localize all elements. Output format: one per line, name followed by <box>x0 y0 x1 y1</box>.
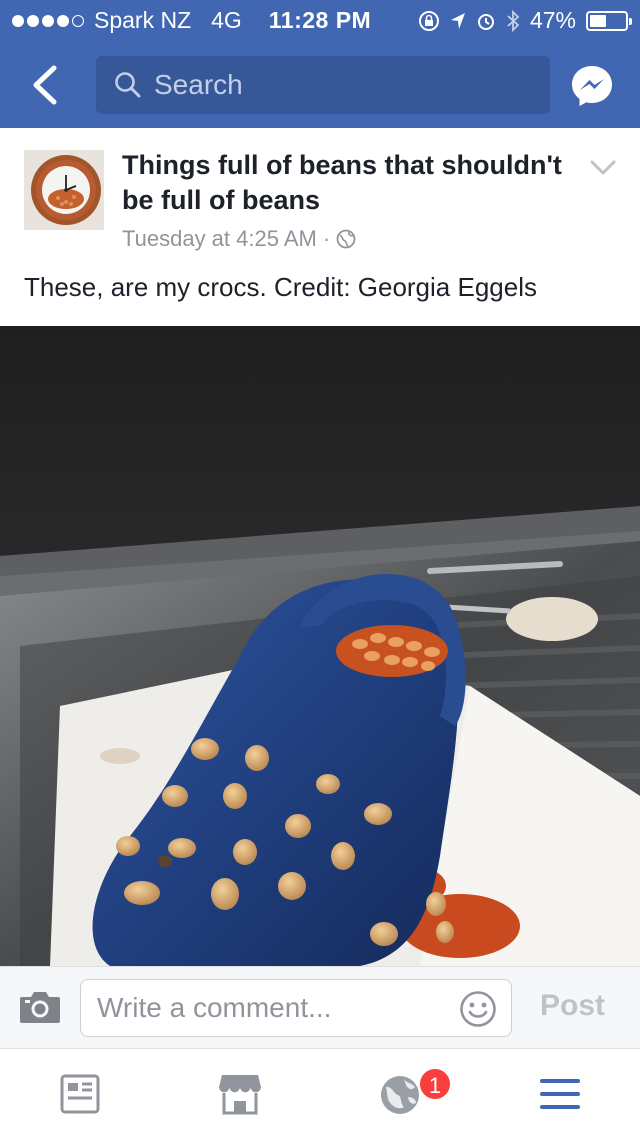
search-icon <box>115 72 141 98</box>
page-avatar[interactable] <box>24 150 104 230</box>
post-options-button[interactable] <box>588 158 618 178</box>
emoji-button[interactable] <box>459 990 497 1028</box>
status-right: 47% <box>418 7 632 34</box>
tab-notifications[interactable] <box>376 1071 424 1117</box>
chevron-down-icon <box>590 160 616 175</box>
camera-icon <box>20 992 60 1023</box>
post-comment-button[interactable]: Post <box>540 989 605 1023</box>
notification-badge: 1 <box>418 1067 452 1101</box>
news-feed-icon <box>60 1074 100 1114</box>
comment-bar: Write a comment... Post <box>0 966 640 1048</box>
smiley-icon <box>460 991 496 1027</box>
post-photo[interactable] <box>0 326 640 966</box>
search-input[interactable]: Search <box>96 56 550 114</box>
marketplace-icon <box>219 1075 261 1115</box>
croc-beans-photo <box>0 326 640 966</box>
rotation-lock-icon <box>418 10 439 31</box>
battery-percent: 47% <box>529 7 576 33</box>
comment-placeholder: Write a comment... <box>97 992 332 1023</box>
post-header: Things full of beans that shouldn't be f… <box>0 128 640 326</box>
clock-avatar-image <box>24 150 104 230</box>
page-name-link[interactable]: Things full of beans that shouldn't be f… <box>122 148 562 218</box>
tab-marketplace[interactable] <box>216 1071 264 1117</box>
top-bar: Spark NZ 4G 11:28 PM 47% Search <box>0 0 640 128</box>
search-placeholder: Search <box>154 69 243 100</box>
battery-icon <box>586 10 632 31</box>
menu-icon <box>540 1079 580 1109</box>
globe-icon <box>336 229 356 249</box>
location-arrow-icon <box>450 12 465 29</box>
back-chevron-icon <box>33 65 57 105</box>
notifications-globe-icon <box>381 1076 419 1114</box>
post-timestamp[interactable]: Tuesday at 4:25 AM <box>122 226 317 252</box>
comment-input[interactable]: Write a comment... <box>80 979 512 1037</box>
bottom-tab-bar <box>0 1048 640 1136</box>
tab-menu[interactable] <box>536 1071 584 1117</box>
tab-news-feed[interactable] <box>56 1071 104 1117</box>
bluetooth-icon <box>507 9 520 32</box>
alarm-icon <box>477 13 494 30</box>
meta-separator: · <box>322 226 331 251</box>
camera-button[interactable] <box>18 989 62 1025</box>
post-meta: Tuesday at 4:25 AM · <box>122 226 356 252</box>
back-button[interactable] <box>28 62 62 108</box>
messenger-button[interactable] <box>570 64 614 108</box>
status-bar: Spark NZ 4G 11:28 PM 47% <box>0 0 640 40</box>
messenger-icon <box>572 66 612 106</box>
post-text: These, are my crocs. Credit: Georgia Egg… <box>24 272 537 302</box>
